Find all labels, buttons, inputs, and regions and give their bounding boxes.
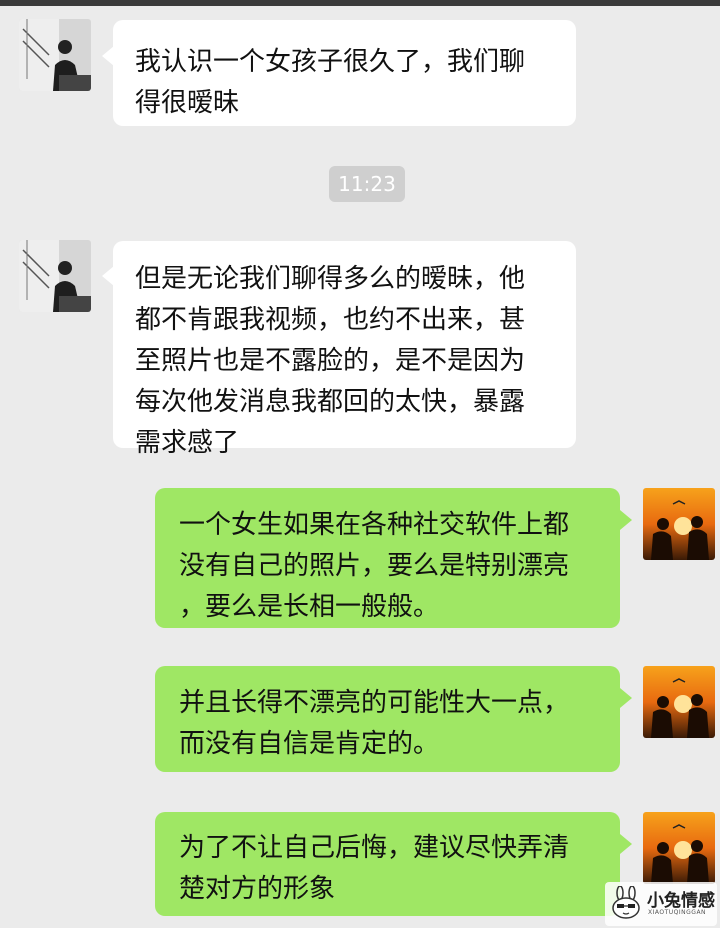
avatar-grayscale-icon [19,240,91,312]
message-text: 并且长得不漂亮的可能性大一点， 而没有自信是肯定的。 [179,688,570,759]
message-text: 一个女生如果在各种社交软件上都 没有自己的照片，要么是特别漂亮 ，要么是长相一般… [179,510,570,622]
my-avatar[interactable] [643,488,715,560]
status-bar-edge [0,0,720,6]
contact-avatar[interactable] [19,240,91,312]
avatar-grayscale-icon [19,19,91,91]
avatar-sunset-icon [643,666,715,738]
message-bubble-outgoing[interactable]: 一个女生如果在各种社交软件上都 没有自己的照片，要么是特别漂亮 ，要么是长相一般… [155,488,620,628]
message-bubble-outgoing[interactable]: 为了不让自己后悔，建议尽快弄清 楚对方的形象 [155,812,620,916]
avatar-sunset-icon [643,488,715,560]
message-text: 我认识一个女孩子很久了，我们聊 得很暧昧 [135,47,526,118]
avatar-sunset-icon [643,812,715,884]
message-text: 但是无论我们聊得多么的暧昧，他 都不肯跟我视频，也约不出来，甚 至照片也是不露脸… [135,264,526,458]
message-bubble-incoming[interactable]: 我认识一个女孩子很久了，我们聊 得很暧昧 [113,20,576,126]
rabbit-face-icon [612,886,640,919]
bubble-tail [620,834,632,854]
watermark-subtitle: XIAOTUQINGGAN [648,909,707,916]
bubble-tail [620,688,632,708]
watermark-title: 小兔情感 [647,891,715,911]
message-bubble-incoming[interactable]: 但是无论我们聊得多么的暧昧，他 都不肯跟我视频，也约不出来，甚 至照片也是不露脸… [113,241,576,458]
my-avatar[interactable] [643,812,715,884]
contact-avatar[interactable] [19,19,91,91]
my-avatar[interactable] [643,666,715,738]
watermark: 小兔情感 XIAOTUQINGGAN [605,882,717,926]
message-text: 为了不让自己后悔，建议尽快弄清 楚对方的形象 [179,833,570,904]
bubble-tail [620,510,632,530]
message-bubble-outgoing[interactable]: 并且长得不漂亮的可能性大一点， 而没有自信是肯定的。 [155,666,620,772]
timestamp-label: 11:23 [329,166,405,202]
